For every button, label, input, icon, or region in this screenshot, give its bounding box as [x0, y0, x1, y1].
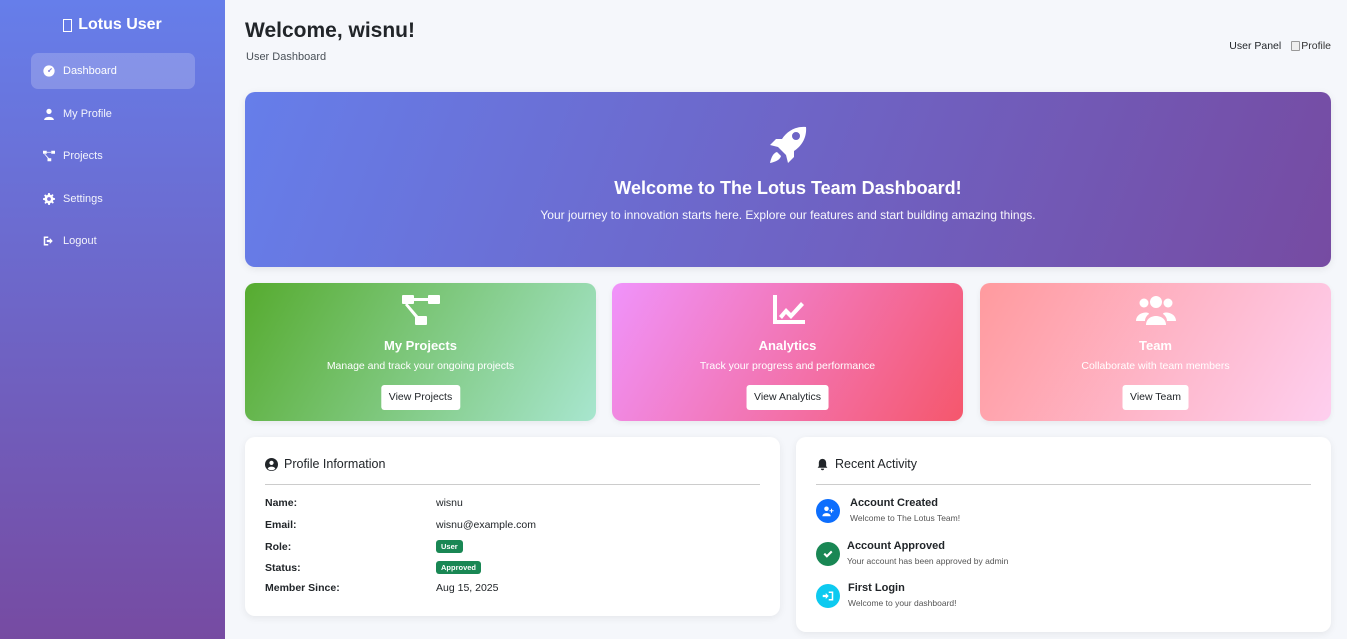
info-label: Role: [265, 540, 292, 553]
avatar[interactable]: Profile [1291, 40, 1331, 52]
view-analytics-button[interactable]: View Analytics [746, 385, 829, 410]
info-label: Status: [265, 561, 301, 574]
info-value: wisnu [436, 497, 463, 509]
user-circle-icon [265, 457, 278, 474]
activity-title: First Login [848, 582, 905, 594]
sidebar-item-label: Logout [63, 235, 97, 248]
activity-item: First Login Welcome to your dashboard! [816, 582, 957, 608]
bell-icon [816, 457, 829, 474]
sidebar-item-logout[interactable]: Logout [31, 223, 195, 259]
hero-title: Welcome to The Lotus Team Dashboard! [614, 178, 962, 198]
welcome-hero: Welcome to The Lotus Team Dashboard! You… [245, 92, 1331, 267]
logout-icon [43, 235, 55, 247]
broken-image-icon [1291, 41, 1301, 51]
info-label: Email: [265, 519, 297, 531]
profile-row-email: Email: wisnu@example.com [265, 519, 536, 531]
sign-in-icon [816, 584, 840, 608]
activity-title: Account Created [850, 497, 939, 509]
user-plus-icon [816, 499, 840, 523]
sidebar-item-dashboard[interactable]: Dashboard [31, 53, 195, 89]
recent-activity-panel: Recent Activity Account Created Welcome … [796, 437, 1331, 632]
view-team-button[interactable]: View Team [1122, 385, 1189, 410]
card-text: Collaborate with team members [1081, 360, 1230, 372]
card-text: Track your progress and performance [699, 360, 876, 372]
avatar-alt-text: Profile [1301, 40, 1331, 52]
gear-icon [43, 192, 55, 205]
activity-item: Account Created Welcome to The Lotus Tea… [816, 497, 960, 523]
card-my-projects: My Projects Manage and track your ongoin… [245, 283, 596, 421]
sidebar-item-label: Dashboard [63, 65, 117, 77]
page-title: Welcome, wisnu! [245, 19, 415, 42]
hero-text: Your journey to innovation starts here. … [540, 208, 1036, 222]
profile-information-panel: Profile Information Name: wisnu Email: w… [245, 437, 780, 616]
role-badge: User [436, 540, 463, 553]
sidebar-item-settings[interactable]: Settings [31, 181, 195, 217]
profile-row-name: Name: wisnu [265, 497, 463, 509]
brand-icon [63, 18, 73, 32]
info-label: Name: [265, 497, 298, 509]
panel-title: Profile Information [284, 457, 386, 471]
sidebar-nav: Dashboard My Profile Projects Settings L… [0, 50, 225, 259]
activity-title: Account Approved [847, 540, 945, 552]
profile-row-role: Role: User [265, 540, 463, 553]
page-subtitle: User Dashboard [246, 51, 327, 63]
info-label: Member Since: [265, 582, 340, 594]
sidebar-item-label: My Profile [63, 107, 112, 120]
status-badge: Approved [436, 561, 482, 574]
card-team: Team Collaborate with team members View … [980, 283, 1331, 421]
header-right: User Panel Profile [1229, 40, 1331, 52]
sidebar: Lotus User Dashboard My Profile Projects… [0, 0, 225, 639]
card-title: My Projects [384, 338, 457, 353]
profile-row-member-since: Member Since: Aug 15, 2025 [265, 582, 498, 594]
sidebar-item-my-profile[interactable]: My Profile [31, 96, 195, 132]
view-projects-button[interactable]: View Projects [380, 385, 461, 410]
profile-row-status: Status: Approved [265, 561, 482, 574]
user-panel-label: User Panel [1229, 40, 1282, 52]
project-diagram-icon [43, 150, 55, 162]
panel-header: Profile Information [265, 457, 760, 485]
sidebar-item-label: Projects [63, 150, 103, 163]
activity-desc: Welcome to your dashboard! [848, 598, 957, 608]
user-icon [43, 108, 55, 120]
panel-title: Recent Activity [835, 457, 917, 471]
card-title: Analytics [758, 338, 817, 353]
rocket-icon [766, 123, 810, 167]
info-value: wisnu@example.com [436, 519, 536, 531]
info-value: Aug 15, 2025 [436, 582, 499, 594]
check-icon [816, 542, 840, 566]
activity-item: Account Approved Your account has been a… [816, 540, 1008, 566]
card-analytics: Analytics Track your progress and perfor… [612, 283, 963, 421]
dashboard-icon [43, 65, 55, 77]
brand-name: Lotus User [78, 16, 162, 33]
project-diagram-icon [245, 294, 596, 326]
chart-line-icon [612, 294, 963, 326]
activity-desc: Welcome to The Lotus Team! [850, 513, 961, 523]
panel-header: Recent Activity [816, 457, 1311, 485]
sidebar-item-projects[interactable]: Projects [31, 138, 195, 174]
users-icon [980, 294, 1331, 326]
card-title: Team [1139, 338, 1172, 353]
sidebar-item-label: Settings [63, 192, 103, 205]
card-text: Manage and track your ongoing projects [326, 360, 515, 372]
activity-desc: Your account has been approved by admin [847, 556, 1009, 566]
brand: Lotus User [0, 0, 225, 50]
